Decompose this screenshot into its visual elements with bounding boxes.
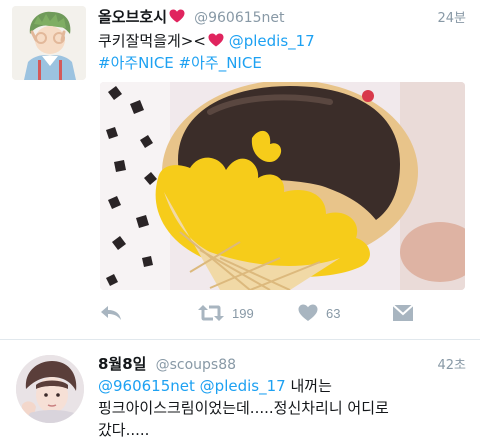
tweet-text-line: 핑크아이스크림이었는데.....정신차리니 어디로 <box>98 399 389 417</box>
tweet[interactable]: 올오브호시 @960615net 24분 쿠키잘먹을게>< @pledis_17… <box>0 0 480 340</box>
tweet-text-line: 쿠키잘먹을게>< @pledis_17 <box>98 30 466 52</box>
retweet-icon <box>198 305 224 321</box>
like-icon <box>298 304 318 321</box>
tweet-text-segment: 내꺼는 <box>290 377 332 395</box>
like-button[interactable]: 63 <box>298 300 340 326</box>
tweet-photo[interactable] <box>100 82 465 290</box>
heart-icon <box>208 33 224 47</box>
direct-message-icon <box>392 304 414 321</box>
tweet-header: 올오브호시 @960615net 24분 <box>98 6 466 28</box>
mention-link[interactable]: @960615net <box>98 377 195 395</box>
reply-button[interactable] <box>100 300 122 326</box>
hashtag-link[interactable]: #아주_NICE <box>179 54 262 72</box>
retweet-count: 199 <box>232 305 254 321</box>
handle[interactable]: @scoups88 <box>156 357 236 373</box>
handle[interactable]: @960615net <box>194 10 284 26</box>
avatar[interactable] <box>12 6 86 80</box>
timestamp[interactable]: 42초 <box>437 354 466 373</box>
hashtag-link[interactable]: #아주NICE <box>98 54 174 72</box>
tweet-text-line: #아주NICE #아주_NICE <box>98 52 466 74</box>
tweet-text-segment: 쿠키잘먹을게>< <box>98 32 206 50</box>
display-name[interactable]: 올오브호시 <box>98 8 167 26</box>
heart-icon <box>169 9 185 23</box>
like-count: 63 <box>326 305 341 321</box>
tweet-text: @960615net @pledis_17 내꺼는 핑크아이스크림이었는데...… <box>98 375 466 440</box>
tweet-text-line: @960615net @pledis_17 내꺼는 <box>98 375 466 397</box>
reply-icon <box>101 306 121 320</box>
mention-link[interactable]: @pledis_17 <box>229 32 315 50</box>
tweet[interactable]: 8월8일 @scoups88 42초 @960615net @pledis_17… <box>0 341 480 440</box>
retweet-button[interactable]: 199 <box>198 300 254 326</box>
tweet-header: 8월8일 @scoups88 42초 <box>98 353 466 375</box>
tweet-text: 쿠키잘먹을게>< @pledis_17 #아주NICE #아주_NICE <box>98 30 466 74</box>
avatar[interactable] <box>16 355 84 423</box>
tweet-text-line: 갔다..... <box>98 421 150 439</box>
mention-link[interactable]: @pledis_17 <box>200 377 286 395</box>
direct-message-button[interactable] <box>392 300 414 326</box>
display-name[interactable]: 8월8일 <box>98 355 146 373</box>
tweet-actions: 199 63 <box>100 300 430 326</box>
timestamp[interactable]: 24분 <box>437 7 466 26</box>
